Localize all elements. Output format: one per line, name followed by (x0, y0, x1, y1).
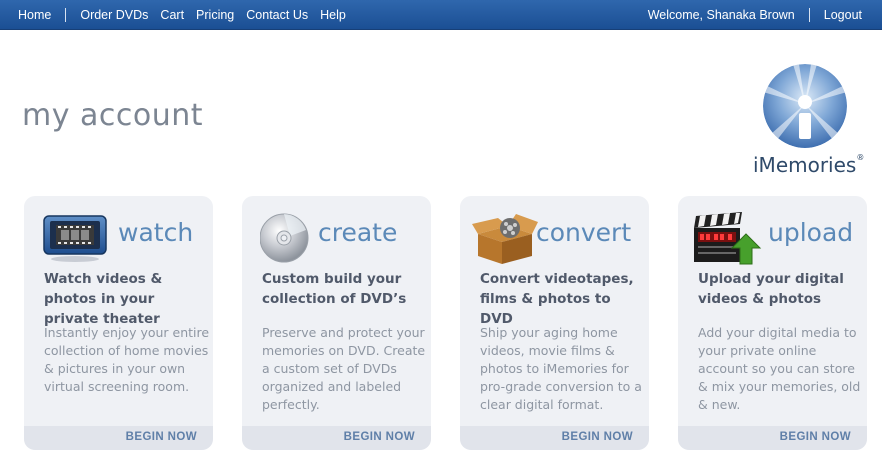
logo-emblem-icon (763, 64, 847, 148)
imemories-logo[interactable]: iMemories® (750, 62, 870, 178)
card-footer: BEGIN NOW (24, 426, 213, 450)
card-subheading: Watch videos & photos in your private th… (44, 271, 163, 327)
nav-divider (65, 8, 67, 22)
dvd-disc-icon (259, 210, 326, 266)
card-heading: convert (536, 218, 632, 247)
card-subheading: Upload your digital videos & photos (698, 271, 844, 307)
create-card[interactable]: create Custom build your collection of D… (242, 196, 431, 450)
begin-now-link[interactable]: BEGIN NOW (780, 431, 851, 443)
convert-card[interactable]: convert Convert videotapes, films & phot… (460, 196, 649, 450)
logo-name: iMemories (753, 153, 857, 177)
top-nav-bar: Home Order DVDs Cart Pricing Contact Us … (0, 0, 882, 30)
welcome-text: Welcome, Shanaka Brown (647, 8, 795, 22)
logo-registered-mark: ® (856, 153, 865, 162)
clapperboard-upload-icon (692, 210, 762, 266)
card-subheading: Custom build your collection of DVD’s (262, 271, 407, 307)
watch-card[interactable]: watch Watch videos & photos in your priv… (24, 196, 213, 450)
logo-wordmark: iMemories® (753, 153, 864, 177)
card-description: Instantly enjoy your entire collection o… (44, 325, 210, 394)
nav-order-dvds-link[interactable]: Order DVDs (74, 8, 154, 22)
main-nav: Home Order DVDs Cart Pricing Contact Us … (12, 0, 352, 30)
begin-now-link[interactable]: BEGIN NOW (126, 431, 197, 443)
page-title: my account (22, 98, 204, 133)
nav-pricing-link[interactable]: Pricing (190, 8, 240, 22)
nav-contact-us-link[interactable]: Contact Us (240, 8, 314, 22)
box-film-reel-icon (472, 210, 538, 266)
upload-card[interactable]: upload Upload your digital videos & phot… (678, 196, 867, 450)
card-footer: BEGIN NOW (678, 426, 867, 450)
nav-cart-link[interactable]: Cart (154, 8, 190, 22)
logout-link[interactable]: Logout (818, 8, 868, 22)
card-description: Add your digital media to your private o… (698, 325, 861, 412)
card-heading: upload (768, 218, 854, 247)
nav-help-link[interactable]: Help (314, 8, 352, 22)
nav-home-link[interactable]: Home (12, 8, 57, 22)
card-footer: BEGIN NOW (460, 426, 649, 450)
begin-now-link[interactable]: BEGIN NOW (344, 431, 415, 443)
film-screen-icon (42, 210, 108, 266)
card-heading: watch (118, 218, 194, 247)
account-nav: Welcome, Shanaka Brown Logout (642, 0, 868, 30)
card-description: Preserve and protect your memories on DV… (262, 325, 426, 412)
card-description: Ship your aging home videos, movie films… (480, 325, 642, 412)
begin-now-link[interactable]: BEGIN NOW (562, 431, 633, 443)
nav-divider (808, 8, 810, 22)
card-subheading: Convert videotapes, films & photos to DV… (480, 271, 634, 327)
card-heading: create (318, 218, 398, 247)
card-footer: BEGIN NOW (242, 426, 431, 450)
